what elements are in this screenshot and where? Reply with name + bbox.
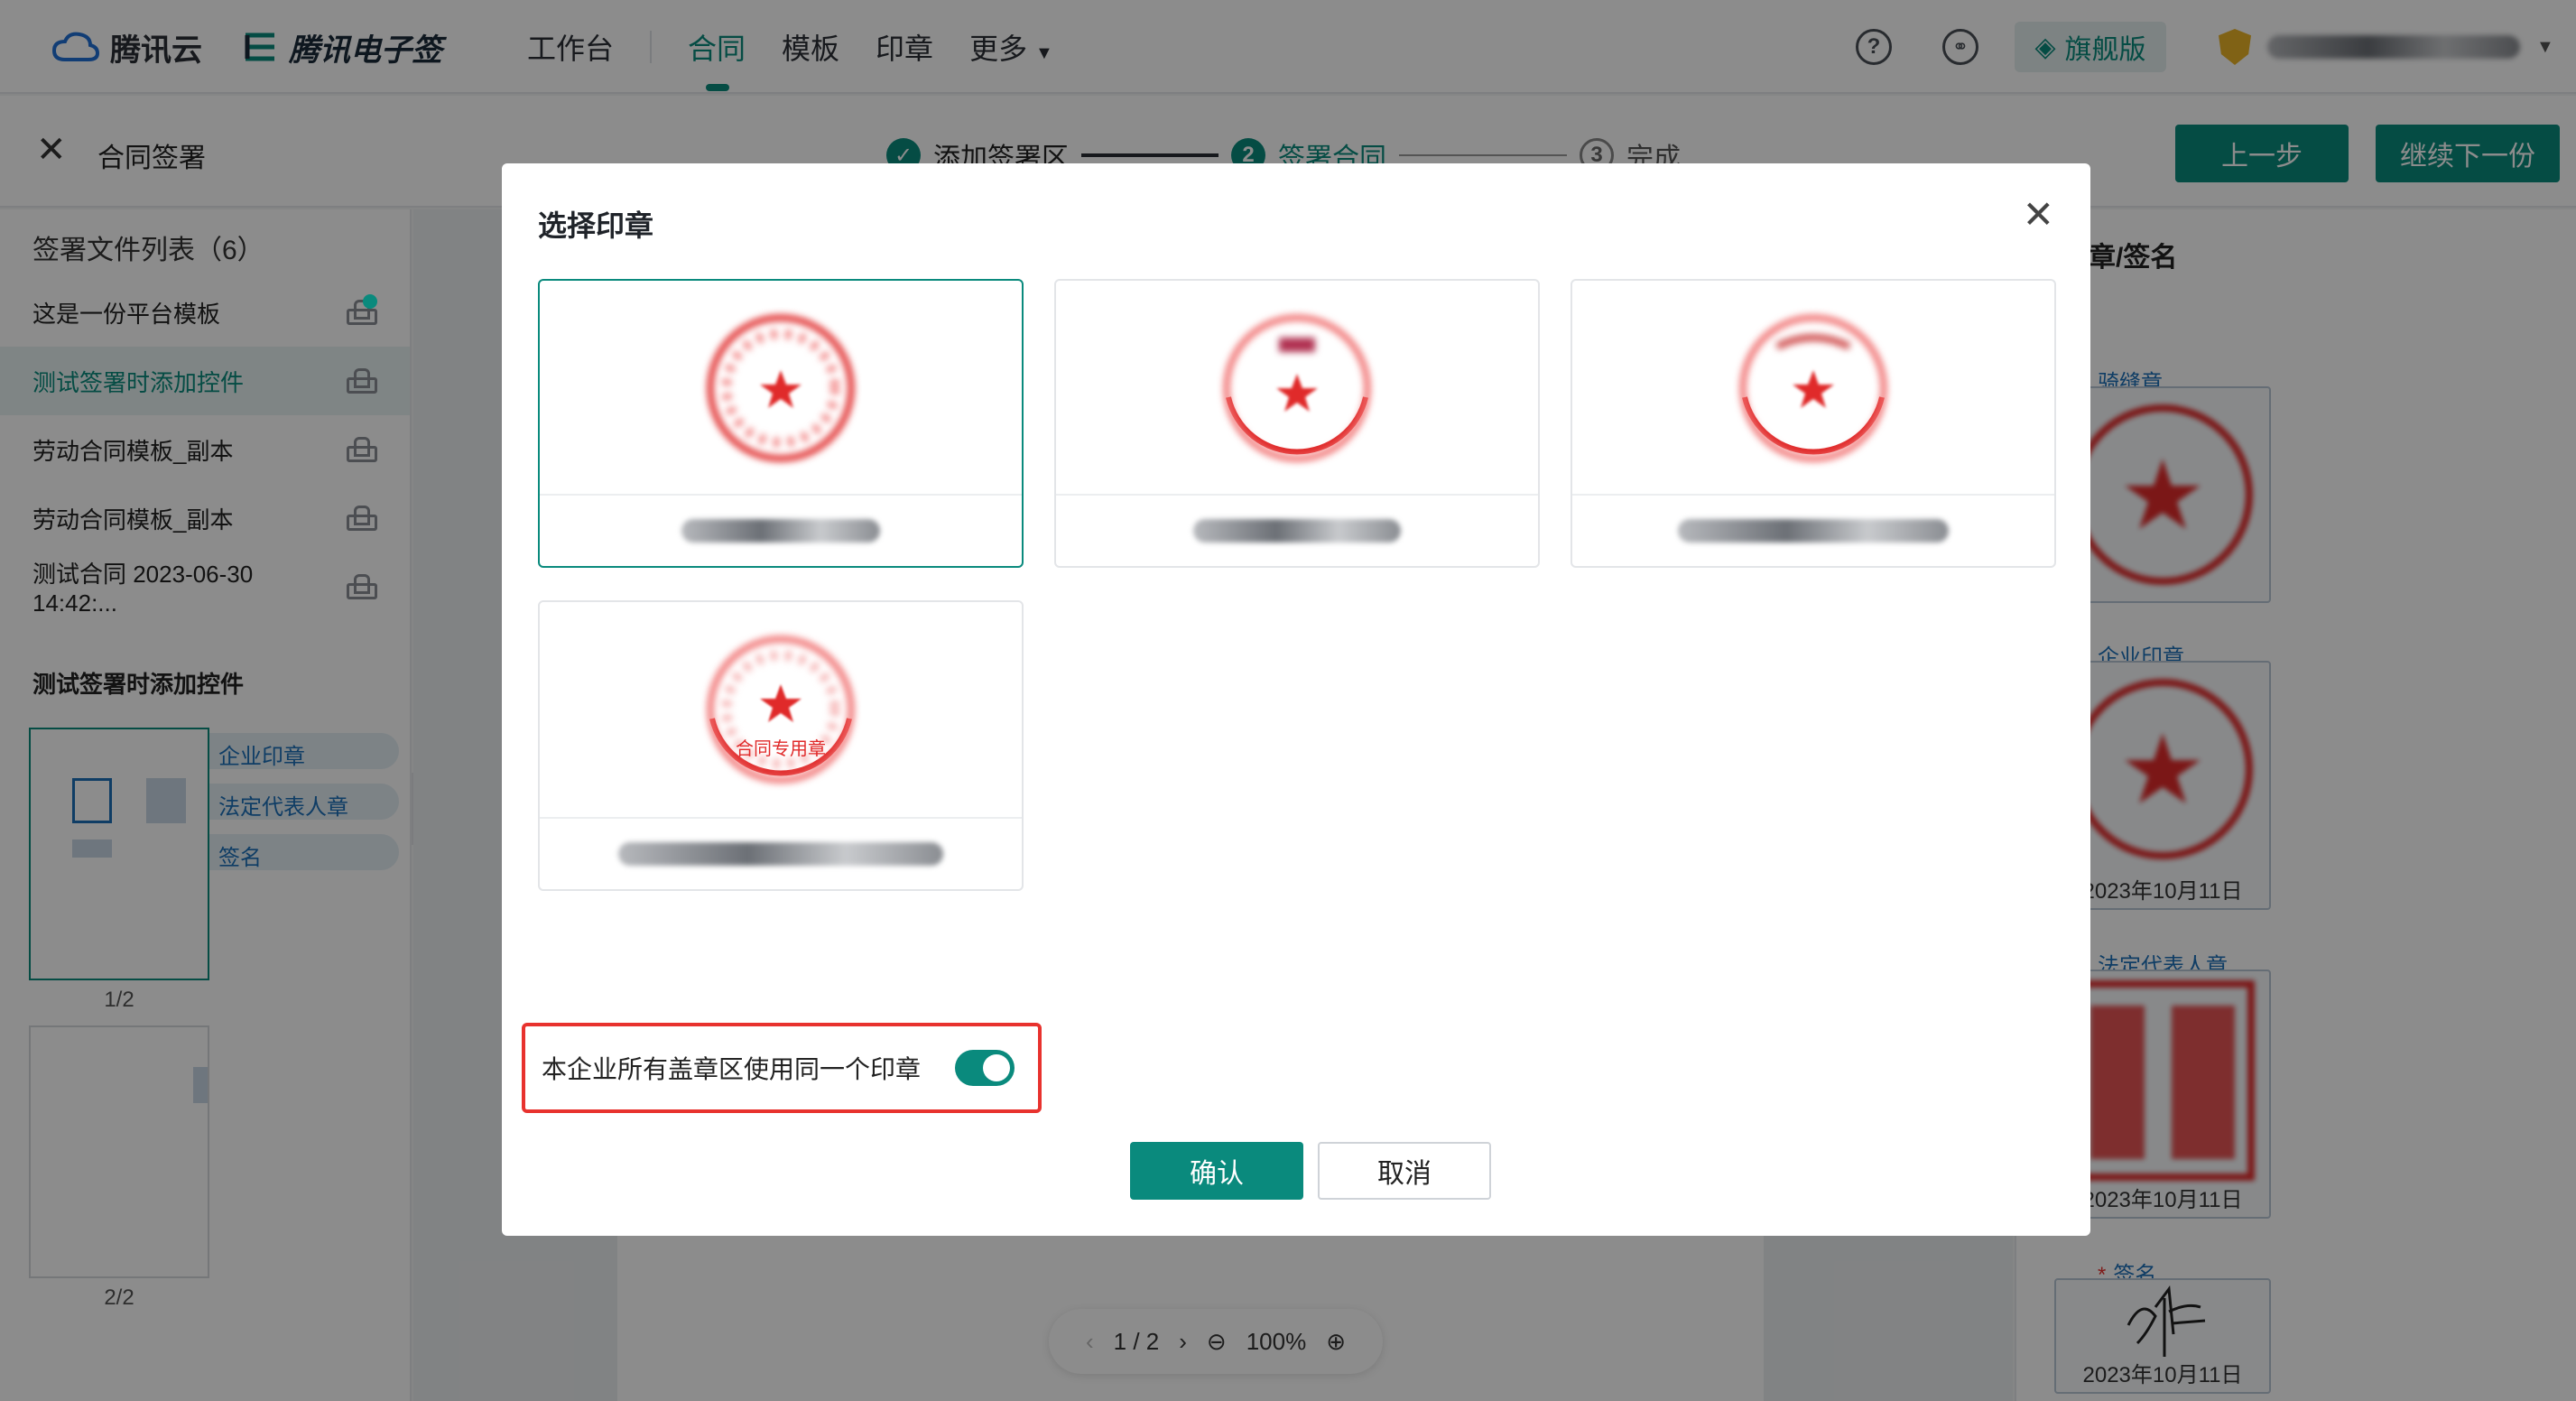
seal-name-redacted [540, 817, 1022, 889]
seal-option-1[interactable] [538, 279, 1024, 568]
same-seal-switch[interactable] [955, 1050, 1015, 1086]
cancel-button[interactable]: 取消 [1318, 1142, 1491, 1200]
same-seal-toggle-row: 本企业所有盖章区使用同一个印章 [522, 1023, 1042, 1113]
dialog-title: 选择印章 [538, 209, 654, 242]
seal-option-4[interactable]: 合同专用章 [538, 600, 1024, 891]
seal-image [540, 281, 1022, 496]
seal-image [1056, 281, 1538, 496]
seal-option-3[interactable] [1571, 279, 2056, 568]
select-seal-dialog: 选择印章 ✕ 合同专用章 本企业所有盖章区使用同一个印章 确认 取消 [502, 163, 2090, 1236]
seal-stamp-icon [707, 314, 855, 462]
seal-option-2[interactable] [1054, 279, 1540, 568]
confirm-button[interactable]: 确认 [1130, 1142, 1303, 1200]
close-icon[interactable]: ✕ [2023, 196, 2054, 234]
seal-image [1572, 281, 2054, 496]
seal-name-redacted [1056, 494, 1538, 566]
seal-stamp-icon [1739, 314, 1887, 462]
same-seal-toggle-label: 本企业所有盖章区使用同一个印章 [542, 1055, 922, 1083]
seal-stamp-icon [707, 636, 855, 784]
seal-special-label: 合同专用章 [736, 738, 826, 759]
seal-image: 合同专用章 [540, 602, 1022, 817]
seal-name-redacted [540, 494, 1022, 566]
seal-stamp-icon [1223, 314, 1371, 462]
seal-name-redacted [1572, 494, 2054, 566]
